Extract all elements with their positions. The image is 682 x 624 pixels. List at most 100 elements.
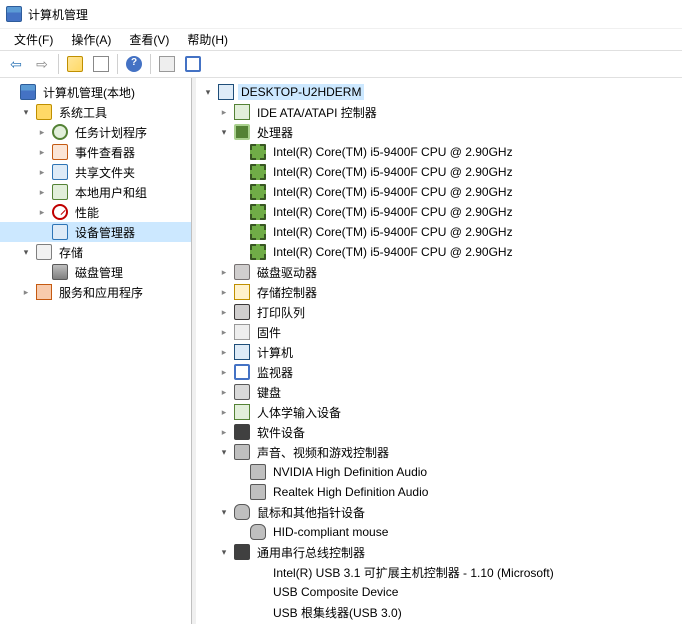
cpu-core[interactable]: Intel(R) Core(TM) i5-9400F CPU @ 2.90GHz: [196, 242, 682, 262]
event-viewer[interactable]: 事件查看器: [0, 142, 191, 162]
ide-controllers[interactable]: IDE ATA/ATAPI 控制器: [196, 102, 682, 122]
usb-device-label: Intel(R) USB 3.1 可扩展主机控制器 - 1.10 (Micros…: [270, 563, 557, 582]
expand-icon[interactable]: [218, 307, 230, 318]
expand-icon[interactable]: [36, 127, 48, 138]
storage[interactable]: 存储: [0, 242, 191, 262]
expand-icon[interactable]: [218, 547, 230, 558]
forward-button[interactable]: ⇨: [30, 53, 54, 75]
cpu-core[interactable]: Intel(R) Core(TM) i5-9400F CPU @ 2.90GHz: [196, 182, 682, 202]
local-users-label: 本地用户和组: [72, 183, 150, 202]
storage-controllers[interactable]: 存储控制器: [196, 282, 682, 302]
processors[interactable]: 处理器: [196, 122, 682, 142]
disk-drives[interactable]: 磁盘驱动器: [196, 262, 682, 282]
mouse-devices[interactable]: 鼠标和其他指针设备: [196, 502, 682, 522]
monitor-icon: [234, 364, 250, 380]
system-tools[interactable]: 系统工具: [0, 102, 191, 122]
menu-action[interactable]: 操作(A): [63, 29, 119, 50]
performance[interactable]: 性能: [0, 202, 191, 222]
mouse-device[interactable]: HID-compliant mouse: [196, 522, 682, 542]
right-tree[interactable]: DESKTOP-U2HDERM IDE ATA/ATAPI 控制器 处理器 In…: [192, 78, 682, 624]
audio-controllers[interactable]: 声音、视频和游戏控制器: [196, 442, 682, 462]
expand-icon[interactable]: [20, 107, 32, 118]
menu-view[interactable]: 查看(V): [121, 29, 177, 50]
software-devices[interactable]: 软件设备: [196, 422, 682, 442]
expand-icon[interactable]: [36, 207, 48, 218]
audio-device[interactable]: NVIDIA High Definition Audio: [196, 462, 682, 482]
back-icon: ⇦: [8, 56, 24, 72]
computer-mgmt-icon: [20, 84, 36, 100]
toolbar-separator: [58, 54, 59, 74]
expand-icon[interactable]: [218, 327, 230, 338]
ide-icon: [234, 104, 250, 120]
expand-icon[interactable]: [218, 447, 230, 458]
menu-help[interactable]: 帮助(H): [179, 29, 236, 50]
usb-device[interactable]: USB Composite Device: [196, 582, 682, 602]
device-root-label: DESKTOP-U2HDERM: [238, 84, 364, 100]
services-applications[interactable]: 服务和应用程序: [0, 282, 191, 302]
expand-icon[interactable]: [20, 287, 32, 298]
help-icon: ?: [126, 56, 142, 72]
expand-icon[interactable]: [218, 127, 230, 138]
local-users-groups[interactable]: 本地用户和组: [0, 182, 191, 202]
expand-icon[interactable]: [36, 147, 48, 158]
keyboards[interactable]: 键盘: [196, 382, 682, 402]
audio-device[interactable]: Realtek High Definition Audio: [196, 482, 682, 502]
cpu-core[interactable]: Intel(R) Core(TM) i5-9400F CPU @ 2.90GHz: [196, 222, 682, 242]
usb-device-label: USB Composite Device: [270, 584, 401, 600]
usb-label: 通用串行总线控制器: [254, 543, 368, 562]
performance-label: 性能: [72, 203, 102, 222]
print-queues[interactable]: 打印队列: [196, 302, 682, 322]
computers[interactable]: 计算机: [196, 342, 682, 362]
show-hide-button[interactable]: [63, 53, 87, 75]
expand-icon[interactable]: [36, 187, 48, 198]
keyboards-label: 键盘: [254, 383, 284, 402]
expand-icon[interactable]: [218, 367, 230, 378]
help-button[interactable]: ?: [122, 53, 146, 75]
expand-icon[interactable]: [218, 267, 230, 278]
menu-file[interactable]: 文件(F): [6, 29, 61, 50]
expand-icon[interactable]: [218, 507, 230, 518]
left-root-label: 计算机管理(本地): [40, 83, 138, 102]
titlebar: 计算机管理: [0, 0, 682, 28]
software-icon: [234, 424, 250, 440]
usb-device[interactable]: USB 根集线器(USB 3.0): [196, 602, 682, 622]
expand-icon[interactable]: [202, 87, 214, 98]
disk-management[interactable]: 磁盘管理: [0, 262, 191, 282]
display-button[interactable]: [181, 53, 205, 75]
expand-icon[interactable]: [36, 167, 48, 178]
computers-label: 计算机: [254, 343, 296, 362]
processors-icon: [234, 124, 250, 140]
cpu-core[interactable]: Intel(R) Core(TM) i5-9400F CPU @ 2.90GHz: [196, 142, 682, 162]
task-scheduler[interactable]: 任务计划程序: [0, 122, 191, 142]
expand-icon[interactable]: [218, 347, 230, 358]
keyboard-icon: [234, 384, 250, 400]
hid-devices[interactable]: 人体学输入设备: [196, 402, 682, 422]
usb-controllers[interactable]: 通用串行总线控制器: [196, 542, 682, 562]
expand-icon[interactable]: [218, 407, 230, 418]
expand-icon[interactable]: [20, 247, 32, 258]
app-icon: [6, 6, 22, 22]
properties-button[interactable]: [155, 53, 179, 75]
device-manager[interactable]: 设备管理器: [0, 222, 191, 242]
cpu-core[interactable]: Intel(R) Core(TM) i5-9400F CPU @ 2.90GHz: [196, 162, 682, 182]
expand-icon[interactable]: [218, 287, 230, 298]
back-button[interactable]: ⇦: [4, 53, 28, 75]
left-root[interactable]: 计算机管理(本地): [0, 82, 191, 102]
event-viewer-label: 事件查看器: [72, 143, 138, 162]
expand-icon[interactable]: [218, 387, 230, 398]
shared-folders[interactable]: 共享文件夹: [0, 162, 191, 182]
expand-icon[interactable]: [218, 427, 230, 438]
cpu-core[interactable]: Intel(R) Core(TM) i5-9400F CPU @ 2.90GHz: [196, 202, 682, 222]
storage-icon: [36, 244, 52, 260]
left-tree[interactable]: 计算机管理(本地) 系统工具 任务计划程序 事件查看器 共享文件夹: [0, 78, 192, 624]
device-root[interactable]: DESKTOP-U2HDERM: [196, 82, 682, 102]
views-button[interactable]: [89, 53, 113, 75]
monitors[interactable]: 监视器: [196, 362, 682, 382]
expand-icon[interactable]: [218, 107, 230, 118]
firmware[interactable]: 固件: [196, 322, 682, 342]
usb-icon: [234, 544, 250, 560]
shared-folders-label: 共享文件夹: [72, 163, 138, 182]
pc-icon: [218, 84, 234, 100]
usb-device[interactable]: Intel(R) USB 3.1 可扩展主机控制器 - 1.10 (Micros…: [196, 562, 682, 582]
audio-label: 声音、视频和游戏控制器: [254, 443, 392, 462]
